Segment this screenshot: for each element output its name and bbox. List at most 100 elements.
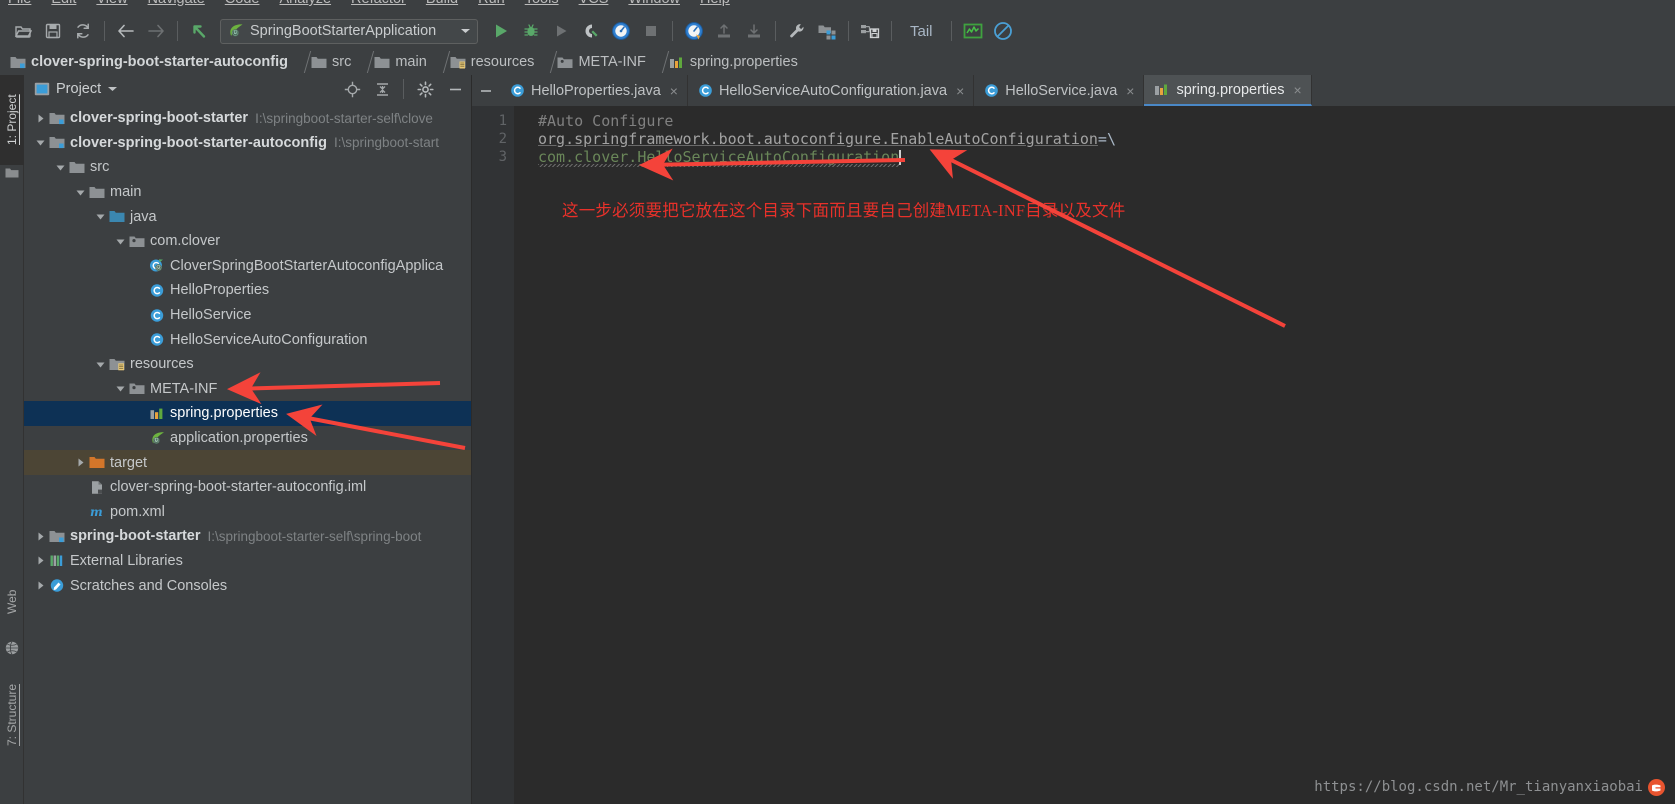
profile-icon[interactable] (576, 16, 606, 46)
chevron-down-icon[interactable] (112, 236, 128, 247)
chevron-down-icon[interactable] (92, 211, 108, 222)
chevron-down-icon[interactable] (32, 137, 48, 148)
menu-item-analyze[interactable]: Analyze (279, 0, 331, 7)
breadcrumb-item-resources[interactable]: resources (446, 49, 542, 75)
green-chart-icon[interactable] (958, 16, 988, 46)
code-text-area[interactable]: #Auto Configure org.springframework.boot… (514, 106, 1675, 804)
run-configuration-selector[interactable]: SpringBootStarterApplication (220, 18, 478, 44)
breadcrumb-item-src[interactable]: src (307, 49, 358, 75)
tree-node-scratches-and-consoles[interactable]: Scratches and Consoles (24, 573, 471, 598)
module-icon (48, 529, 66, 544)
tree-node-external-libraries[interactable]: External Libraries (24, 549, 471, 574)
debug-icon[interactable] (516, 16, 546, 46)
tree-node-resources[interactable]: resources (24, 352, 471, 377)
menu-item-edit[interactable]: Edit (51, 0, 76, 7)
hide-editor-panel-icon[interactable] (472, 75, 500, 106)
open-folder-icon[interactable] (8, 16, 38, 46)
chevron-right-icon[interactable] (32, 531, 48, 542)
editor-tab-helloserviceautoconfiguration[interactable]: HelloServiceAutoConfiguration.java × (688, 75, 975, 106)
run-dashboard-icon[interactable] (606, 16, 636, 46)
menu-item-vcs[interactable]: VCS (579, 0, 609, 7)
menu-item-file[interactable]: File (8, 0, 31, 7)
menu-item-view[interactable]: View (96, 0, 127, 7)
close-icon[interactable]: × (670, 83, 678, 99)
breadcrumb-item-spring-properties[interactable]: spring.properties (665, 49, 805, 75)
line-number: 2 (498, 131, 507, 147)
project-tree[interactable]: clover-spring-boot-starter I:\springboot-… (24, 103, 471, 804)
tree-node-helloproperties[interactable]: HelloProperties (24, 278, 471, 303)
tree-node-pom-xml[interactable]: m pom.xml (24, 500, 471, 525)
rail-tab-structure[interactable]: 7: Structure (0, 660, 24, 770)
hide-panel-icon[interactable] (443, 77, 467, 101)
menu-item-window[interactable]: Window (628, 0, 680, 7)
chevron-right-icon[interactable] (32, 113, 48, 124)
project-structure-icon[interactable] (812, 16, 842, 46)
tree-node-application-properties[interactable]: application.properties (24, 426, 471, 451)
menu-item-build[interactable]: Build (426, 0, 458, 7)
tree-node-java[interactable]: java (24, 204, 471, 229)
breadcrumb-item-module[interactable]: clover-spring-boot-starter-autoconfig (6, 49, 295, 75)
collapse-all-icon[interactable] (370, 77, 394, 101)
project-tool-window: Project clover-spring-boot-starter I:\spr… (24, 75, 472, 804)
tree-node-main[interactable]: main (24, 180, 471, 205)
tree-node-helloserviceautoconfiguration[interactable]: HelloServiceAutoConfiguration (24, 327, 471, 352)
chevron-right-icon[interactable] (72, 457, 88, 468)
code-editor[interactable]: 1 2 3 #Auto Configure org.springframewor… (472, 106, 1675, 804)
rail-tab-web[interactable]: Web (0, 565, 24, 639)
locate-target-icon[interactable] (340, 77, 364, 101)
jump-to-source-icon[interactable] (184, 16, 214, 46)
close-icon[interactable]: × (956, 83, 964, 99)
menu-item-refactor[interactable]: Refactor (351, 0, 406, 7)
gear-icon[interactable] (413, 77, 437, 101)
settings-wrench-icon[interactable] (782, 16, 812, 46)
tree-node-clover-spring-boot-starter-autoconfig[interactable]: clover-spring-boot-starter-autoconfig I:\… (24, 131, 471, 156)
editor-tab-helloproperties[interactable]: HelloProperties.java × (500, 75, 688, 106)
menu-item-code[interactable]: Code (225, 0, 260, 7)
menu-item-help[interactable]: Help (700, 0, 730, 7)
tree-node-helloservice[interactable]: HelloService (24, 303, 471, 328)
save-template-icon[interactable] (855, 16, 885, 46)
tree-node-spring-boot-starter[interactable]: spring-boot-starter I:\springboot-starter… (24, 524, 471, 549)
sync-refresh-icon[interactable] (68, 16, 98, 46)
chevron-down-icon[interactable] (112, 383, 128, 394)
chevron-right-icon[interactable] (32, 555, 48, 566)
breadcrumb-item-main[interactable]: main (370, 49, 433, 75)
editor-tab-helloservice[interactable]: HelloService.java × (974, 75, 1145, 106)
chevron-down-icon[interactable] (52, 162, 68, 173)
chevron-right-icon[interactable] (32, 580, 48, 591)
run-icon[interactable] (486, 16, 516, 46)
menu-item-navigate[interactable]: Navigate (148, 0, 205, 7)
tree-node-clover-spring-boot-starter[interactable]: clover-spring-boot-starter I:\springboot-… (24, 106, 471, 131)
folder-dark-icon (128, 381, 146, 396)
close-icon[interactable]: × (1293, 82, 1301, 98)
tree-node-label: CloverSpringBootStarterAutoconfigApplica (170, 257, 444, 274)
back-icon[interactable] (111, 16, 141, 46)
close-icon[interactable]: × (1126, 83, 1134, 99)
tree-node-meta-inf[interactable]: META-INF (24, 377, 471, 402)
toolbar-separator-7 (950, 21, 952, 41)
chevron-down-icon[interactable] (72, 187, 88, 198)
tree-node-src[interactable]: src (24, 155, 471, 180)
tree-node-target[interactable]: target (24, 450, 471, 475)
scratches-icon (48, 578, 66, 593)
menu-item-tools[interactable]: Tools (525, 0, 559, 7)
editor-tab-spring-properties[interactable]: spring.properties × (1144, 75, 1312, 106)
project-panel-header: Project (24, 75, 471, 103)
tail-button[interactable]: Tail (898, 23, 945, 40)
tree-node-clover-spring-boot-starter-autoconfig-iml[interactable]: clover-spring-boot-starter-autoconfig.im… (24, 475, 471, 500)
no-entry-icon[interactable] (988, 16, 1018, 46)
update-running-app-icon[interactable] (679, 16, 709, 46)
libraries-icon (48, 553, 66, 568)
tree-node-spring-properties[interactable]: spring.properties (24, 401, 471, 426)
chevron-down-icon[interactable] (107, 85, 118, 93)
chevron-down-icon[interactable] (92, 359, 108, 370)
menu-item-run[interactable]: Run (478, 0, 505, 7)
line-number-gutter: 1 2 3 (472, 106, 514, 804)
breadcrumb-item-meta-inf[interactable]: META-INF (553, 49, 652, 75)
rail-tab-project[interactable]: 1: Project (0, 75, 24, 165)
tree-node-com-clover[interactable]: com.clover (24, 229, 471, 254)
chevron-down-icon[interactable] (460, 27, 471, 35)
tree-node-cloverspringbootstarterautoconfigapplica[interactable]: CloverSpringBootStarterAutoconfigApplica (24, 254, 471, 279)
save-all-icon[interactable] (38, 16, 68, 46)
code-line-3: com.clover.HelloServiceAutoConfiguration (538, 148, 1675, 167)
